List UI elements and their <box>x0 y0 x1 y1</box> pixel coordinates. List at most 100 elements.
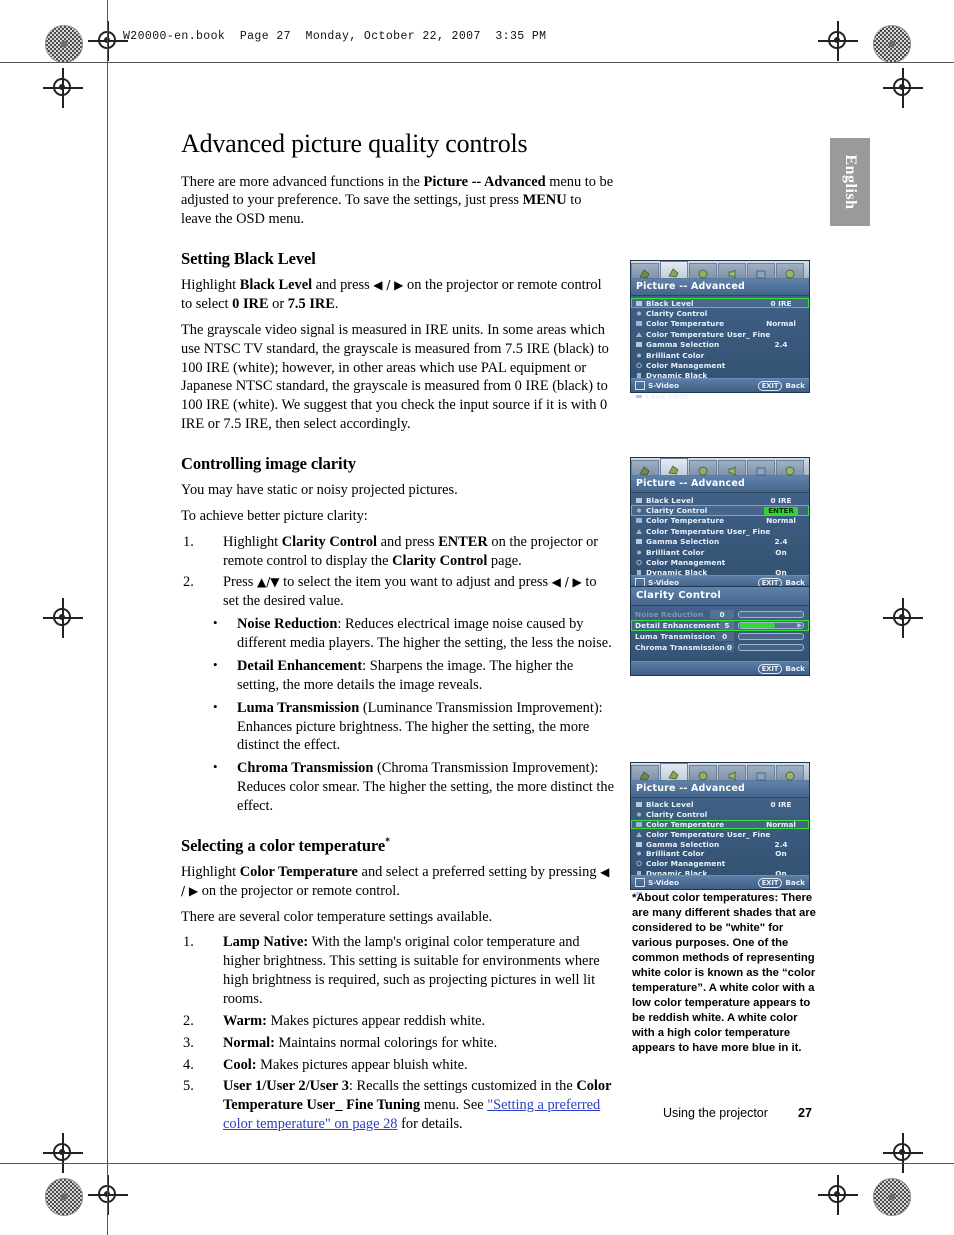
osd-tab-picture[interactable] <box>660 261 688 278</box>
row-icon <box>635 860 643 867</box>
section-heading-black-level: Setting Black Level <box>181 249 316 269</box>
crosshair-mark-right-lower <box>883 598 923 638</box>
source-box-icon <box>635 878 645 887</box>
row-icon <box>635 300 643 307</box>
enter-badge: ENTER <box>764 507 798 516</box>
color-temperature-note: *About color temperatures: There are man… <box>632 892 816 1055</box>
osd-tab-source[interactable] <box>689 460 717 476</box>
osd-row[interactable]: Clarity Control ENTER <box>631 505 809 516</box>
osd-row[interactable]: Brilliant Color <box>631 350 809 360</box>
intro-paragraph: There are more advanced functions in the… <box>181 173 614 228</box>
osd-tab-strip <box>631 261 809 279</box>
list-item: • Noise Reduction: Reduces electrical ima… <box>213 615 612 652</box>
osd-screenshot-color-temperature: Picture -- Advanced Black Level 0 IRE Cla… <box>630 762 810 898</box>
exit-key[interactable]: EXIT <box>757 663 783 674</box>
row-icon <box>635 352 643 359</box>
language-tab-label: English <box>842 154 859 210</box>
osd-tab-system[interactable] <box>747 460 775 476</box>
chroma-transmission-slider[interactable] <box>738 644 804 651</box>
list-item: 4. Cool: Makes pictures appear bluish whi… <box>183 1056 468 1073</box>
bullet-glyph: • <box>213 759 218 775</box>
osd-footer: S-Video EXIT Back <box>631 875 809 889</box>
osd-row[interactable]: Brilliant Color On <box>631 547 809 557</box>
noise-reduction-slider[interactable] <box>738 611 804 618</box>
osd-row[interactable]: Color Management <box>631 557 809 567</box>
registration-target-bottom-left <box>45 1178 83 1216</box>
osd-title: Clarity Control <box>631 587 809 606</box>
osd-row[interactable]: Color Temperature User_ Fine <box>631 329 809 339</box>
content-column: Advanced picture quality controls There … <box>181 129 615 1137</box>
osd-row[interactable]: Chroma Transmission 0 <box>631 642 809 653</box>
registration-target-top-left <box>45 25 83 63</box>
osd-row[interactable]: Color Temperature Normal <box>631 319 809 329</box>
detail-enhancement-slider[interactable]: ◀▶ <box>738 622 804 629</box>
list-item: 2. Warm: Makes pictures appear reddish wh… <box>183 1012 486 1029</box>
osd-row[interactable]: Color Temperature Normal <box>631 819 809 830</box>
osd-row[interactable]: Luma Transmission 0 <box>631 631 809 642</box>
audio-icon <box>725 462 739 476</box>
black-level-paragraph-1: Highlight Black Level and press ◀ / ▶ on… <box>181 277 602 313</box>
page-guide-line-top <box>0 62 954 63</box>
osd-row[interactable]: Noise Reduction 0 <box>631 609 809 620</box>
osd-footer: EXIT Back <box>631 661 809 675</box>
osd-row[interactable]: Brilliant Color On <box>631 849 809 859</box>
osd-tab-picture[interactable] <box>660 763 688 780</box>
list-item: 3. Normal: Maintains normal colorings for… <box>183 1034 498 1051</box>
osd-row[interactable]: Black Level 0 IRE <box>631 495 809 505</box>
section-heading-clarity: Controlling image clarity <box>181 454 357 474</box>
osd-row[interactable]: Color Management <box>631 360 809 370</box>
osd-row[interactable]: Color Temperature User_ Fine <box>631 526 809 536</box>
row-icon <box>635 362 643 369</box>
row-icon <box>635 831 643 838</box>
osd-row[interactable]: Color Management <box>631 859 809 869</box>
source-icon <box>696 767 710 781</box>
crosshair-mark-right-upper <box>883 68 923 108</box>
list-item: 1. Highlight Clarity Control and press EN… <box>183 533 599 569</box>
osd-row[interactable]: Color Temperature Normal <box>631 516 809 526</box>
osd-tab-source[interactable] <box>689 263 717 279</box>
info-icon <box>783 462 797 476</box>
osd-tab-display[interactable] <box>631 765 659 781</box>
osd-tab-audio[interactable] <box>718 765 746 781</box>
display-icon <box>638 462 652 476</box>
osd-row[interactable]: Detail Enhancement5◀▶ <box>631 620 809 631</box>
osd-row[interactable]: Clarity Control <box>631 810 809 820</box>
osd-title: Picture -- Advanced <box>631 279 809 296</box>
exit-key[interactable]: EXIT <box>757 877 783 888</box>
osd-row[interactable]: Gamma Selection 2.4 <box>631 839 809 849</box>
osd-tab-audio[interactable] <box>718 263 746 279</box>
list-item: • Luma Transmission (Luminance Transmissi… <box>213 698 603 754</box>
osd-tab-audio[interactable] <box>718 460 746 476</box>
osd-row[interactable]: Black Level 0 IRE <box>631 800 809 810</box>
osd-footer: S-Video EXIT Back <box>631 378 809 392</box>
color-temp-paragraph-1: Highlight Color Temperature and select a… <box>181 863 610 899</box>
row-icon <box>635 497 643 504</box>
osd-tab-display[interactable] <box>631 263 659 279</box>
osd-tab-source[interactable] <box>689 765 717 781</box>
osd-tab-display[interactable] <box>631 460 659 476</box>
footer-label: Using the projector <box>663 1106 768 1120</box>
osd-tab-picture[interactable] <box>660 458 688 475</box>
osd-row[interactable]: Color Temperature User_ Fine <box>631 829 809 839</box>
osd-row[interactable]: Clarity Control <box>631 308 809 318</box>
page-guide-line-bottom <box>0 1163 954 1164</box>
osd-tab-system[interactable] <box>747 263 775 279</box>
crosshair-mark-bottom-center-left <box>88 1175 128 1215</box>
osd-tab-info[interactable] <box>776 765 804 781</box>
luma-transmission-slider[interactable] <box>738 633 804 640</box>
osd-tab-info[interactable] <box>776 460 804 476</box>
osd-row[interactable]: Black Level 0 IRE <box>631 298 809 309</box>
book-header: W20000-en.book Page 27 Monday, October 2… <box>123 30 547 43</box>
osd-screenshot-clarity-page: Clarity Control Noise Reduction 0 Detail … <box>630 586 810 676</box>
osd-tab-strip <box>631 763 809 781</box>
osd-row[interactable]: Lens Shift <box>631 392 809 402</box>
osd-row[interactable]: Gamma Selection 2.4 <box>631 537 809 547</box>
osd-tab-info[interactable] <box>776 263 804 279</box>
list-item: 5. User 1/User 2/User 3: Recalls the sett… <box>183 1078 612 1133</box>
osd-tab-system[interactable] <box>747 765 775 781</box>
info-icon <box>783 265 797 279</box>
info-icon <box>783 767 797 781</box>
exit-key[interactable]: EXIT <box>757 380 783 391</box>
row-icon <box>635 341 643 348</box>
osd-row[interactable]: Gamma Selection 2.4 <box>631 340 809 350</box>
